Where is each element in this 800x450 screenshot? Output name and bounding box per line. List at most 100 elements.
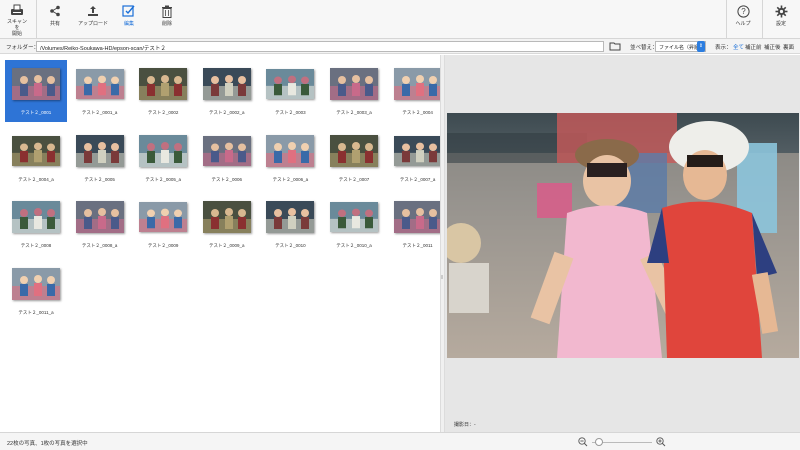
- preview-photo: [447, 113, 799, 358]
- help-button[interactable]: ? ヘルプ: [734, 3, 752, 37]
- show-option-before[interactable]: 補正前: [745, 43, 762, 51]
- thumbnail-image: [12, 135, 60, 166]
- thumbnail-caption: テスト２_0010: [275, 243, 306, 248]
- photo-thumbnail[interactable]: テスト２_0005_a: [132, 127, 194, 189]
- thumbnail-caption: テスト２_0004_a: [18, 176, 54, 182]
- thumbnail-caption: テスト２_0006_a: [272, 176, 309, 182]
- edit-label: 編集: [123, 21, 134, 27]
- folder-icon[interactable]: [609, 41, 621, 51]
- thumbnail-caption: テスト２_0002: [147, 110, 179, 115]
- toolbar-divider: [726, 0, 727, 39]
- thumbnail-image: [266, 69, 315, 99]
- photo-thumbnail[interactable]: テスト２_0003: [259, 60, 321, 122]
- status-bar: 22枚の写真、1枚の写真を選択中: [0, 432, 800, 450]
- thumbnail-image: [75, 134, 124, 167]
- thumbnail-image: [266, 201, 315, 233]
- thumbnail-image: [330, 134, 378, 167]
- thumbnail-caption: テスト２_0001: [20, 110, 52, 115]
- photo-thumbnail[interactable]: テスト２_0004_a: [5, 127, 67, 189]
- toolbar-divider: [762, 0, 763, 39]
- thumbnail-image: [202, 68, 251, 100]
- thumbnail-caption: テスト２_0006: [211, 176, 243, 182]
- delete-button[interactable]: 削除: [158, 3, 176, 37]
- zoom-slider-knob[interactable]: [594, 438, 603, 446]
- folder-bar: フォルダー： /Volumes/Reiko-Soukawa-HD/epson-s…: [0, 39, 800, 54]
- photo-thumbnail[interactable]: テスト２_0002_a: [196, 60, 258, 122]
- thumbnail-caption: テスト２_0003: [275, 110, 306, 115]
- photo-thumbnail[interactable]: テスト２_0005: [69, 127, 131, 189]
- thumbnail-grid: テスト２_0001 テスト２_0001_a テスト２_0002 テスト２_0002_a…: [0, 55, 442, 432]
- photo-thumbnail[interactable]: テスト２_0009_a: [196, 193, 258, 255]
- photo-thumbnail[interactable]: テスト２_0008_a: [69, 193, 131, 255]
- show-label: 表示：: [715, 45, 732, 51]
- thumbnail-caption: テスト２_0007: [338, 176, 370, 182]
- thumbnail-caption: テスト２_0010_a: [336, 243, 372, 248]
- upload-button[interactable]: アップロード: [76, 3, 110, 37]
- status-text: 22枚の写真、1枚の写真を選択中: [7, 441, 88, 447]
- preview-panel: 撮影日：-: [445, 55, 800, 432]
- thumbnail-caption: テスト２_0011_a: [18, 309, 54, 315]
- thumbnail-image: [393, 201, 442, 233]
- upload-icon: [85, 3, 101, 19]
- zoom-out-icon[interactable]: [578, 437, 588, 447]
- sort-select[interactable]: ファイル名（昇順） ⇕: [655, 41, 706, 52]
- show-option-back[interactable]: 裏面: [783, 43, 794, 51]
- thumbnail-caption: テスト２_0008: [20, 243, 52, 248]
- zoom-in-icon[interactable]: [656, 437, 666, 447]
- show-option-all[interactable]: 全て: [733, 43, 744, 51]
- photo-thumbnail[interactable]: テスト２_0011_a: [5, 260, 67, 322]
- settings-button[interactable]: 設定: [772, 3, 790, 37]
- photo-thumbnail[interactable]: テスト２_0006_a: [259, 127, 321, 189]
- thumbnail-image: [139, 68, 188, 100]
- thumbnail-image: [75, 201, 124, 233]
- thumbnail-image: [75, 69, 124, 99]
- thumbnail-image: [266, 134, 315, 167]
- thumbnail-image: [139, 134, 188, 167]
- help-label: ヘルプ: [735, 21, 751, 27]
- thumbnail-caption: テスト２_0002_a: [209, 110, 245, 115]
- settings-label: 設定: [775, 21, 786, 27]
- thumbnail-caption: テスト２_0005_a: [145, 176, 181, 182]
- thumbnail-image: [12, 267, 60, 300]
- thumbnail-caption: テスト２_0008_a: [81, 243, 118, 248]
- photo-thumbnail[interactable]: テスト２_0007: [323, 127, 385, 189]
- shot-date-label: 撮影日：-: [454, 422, 476, 428]
- delete-label: 削除: [161, 21, 172, 27]
- thumbnail-caption: テスト２_0009: [147, 243, 179, 248]
- chevron-down-icon: ⇕: [697, 41, 705, 52]
- thumbnail-image: [393, 135, 442, 166]
- app-window: スキャンを 開始 共有 アップロード 編集 削除 ? ヘルプ 設定 フォルダー：…: [0, 0, 800, 450]
- scan-label: スキャンを 開始: [6, 19, 27, 37]
- photo-thumbnail[interactable]: テスト２_0001_a: [69, 60, 131, 122]
- photo-thumbnail[interactable]: テスト２_0010: [259, 193, 321, 255]
- sort-label: 並べ替え：: [630, 45, 658, 51]
- toolbar-divider: [36, 0, 37, 39]
- help-icon: ?: [735, 3, 751, 19]
- thumbnail-caption: テスト２_0001_a: [81, 110, 118, 115]
- share-button[interactable]: 共有: [46, 3, 64, 37]
- thumbnail-image: [330, 202, 378, 232]
- trash-icon: [159, 3, 175, 19]
- photo-thumbnail[interactable]: テスト２_0008: [5, 193, 67, 255]
- edit-icon: [121, 3, 137, 19]
- thumbnail-image: [330, 68, 378, 100]
- gear-icon: [773, 3, 789, 19]
- thumbnail-image: [12, 68, 60, 100]
- scanner-icon: [9, 3, 25, 17]
- photo-thumbnail[interactable]: テスト２_0009: [132, 193, 194, 255]
- share-label: 共有: [49, 21, 60, 27]
- thumbnail-caption: テスト２_0003_a: [336, 110, 372, 115]
- photo-thumbnail[interactable]: テスト２_0002: [132, 60, 194, 122]
- photo-thumbnail[interactable]: テスト２_0010_a: [323, 193, 385, 255]
- folder-path-field[interactable]: /Volumes/Reiko-Soukawa-HD/epson-scan/テスト…: [36, 41, 604, 52]
- photo-thumbnail[interactable]: テスト２_0003_a: [323, 60, 385, 122]
- show-option-after[interactable]: 補正後: [764, 43, 781, 51]
- thumbnail-image: [202, 201, 251, 233]
- upload-label: アップロード: [77, 21, 108, 27]
- toolbar: スキャンを 開始 共有 アップロード 編集 削除 ? ヘルプ 設定: [0, 0, 800, 39]
- thumbnail-image: [393, 68, 442, 100]
- photo-thumbnail[interactable]: テスト２_0001: [5, 60, 67, 122]
- scan-button[interactable]: スキャンを 開始: [5, 3, 29, 37]
- photo-thumbnail[interactable]: テスト２_0006: [196, 127, 258, 189]
- edit-button[interactable]: 編集: [120, 3, 138, 37]
